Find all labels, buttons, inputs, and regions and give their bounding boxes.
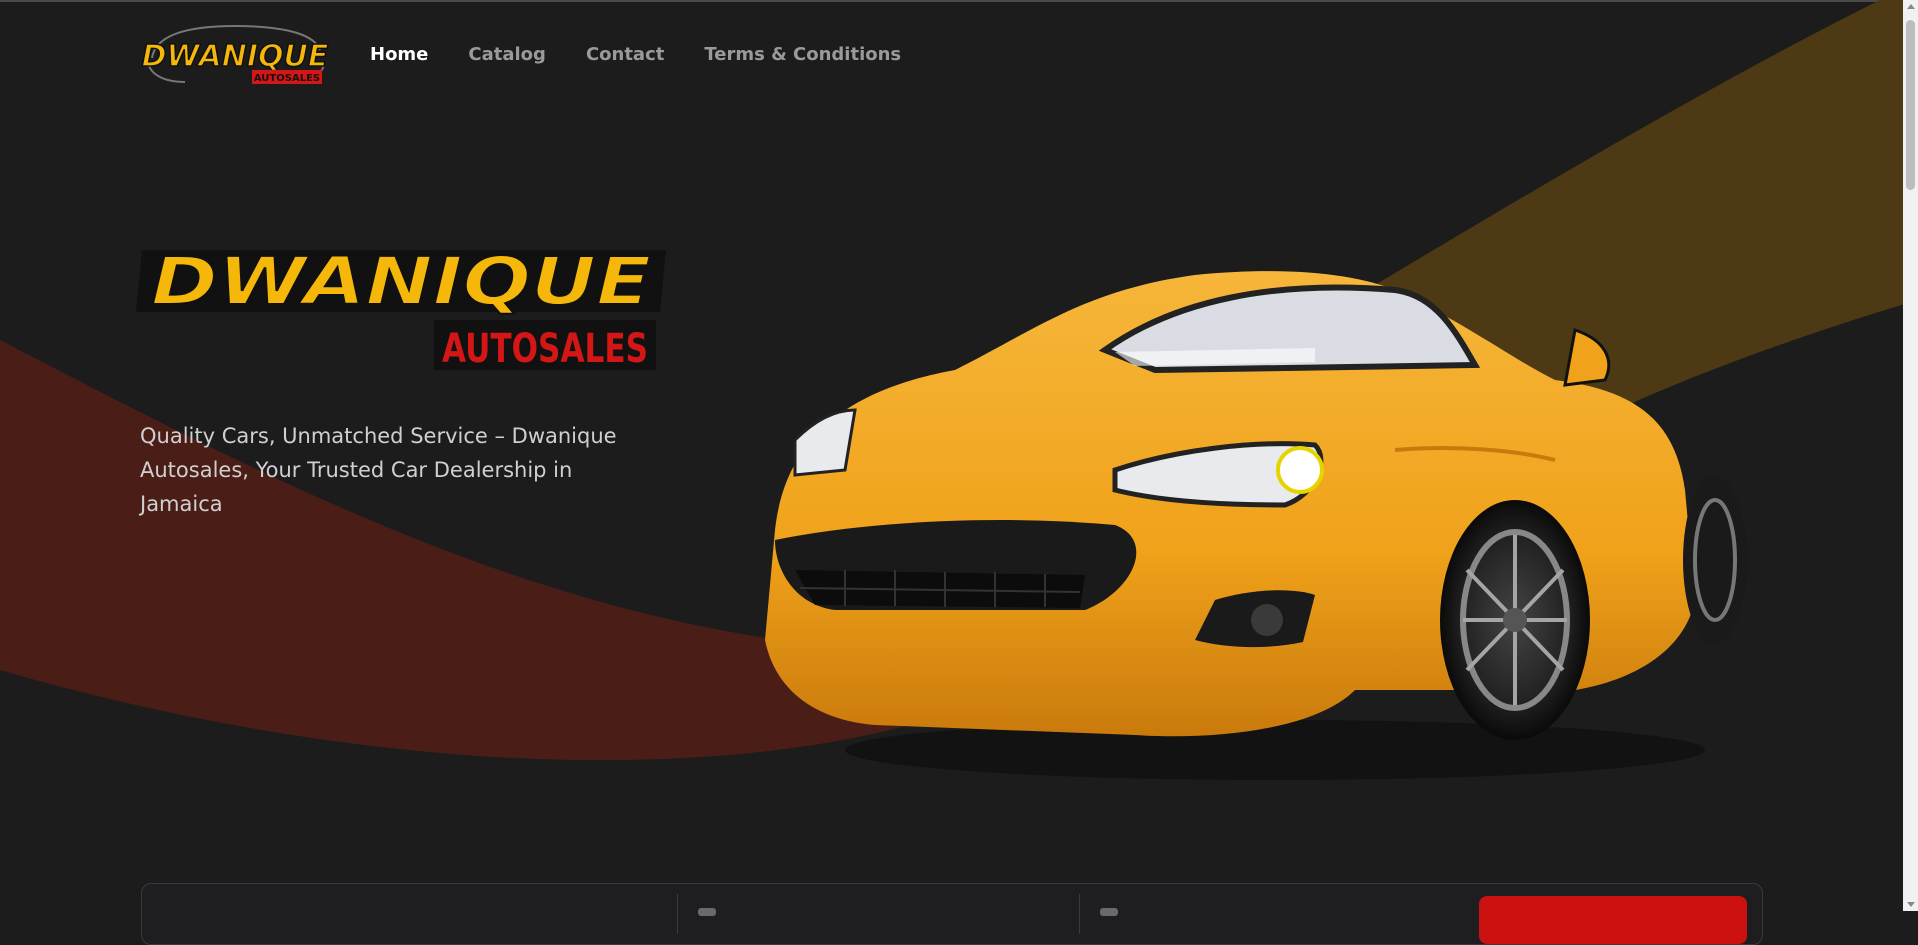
dwanique-logo[interactable]: DWANIQUE AUTOSALES: [140, 20, 330, 88]
scroll-thumb[interactable]: [1906, 20, 1915, 190]
nav-catalog[interactable]: Catalog: [468, 44, 546, 65]
nav-terms[interactable]: Terms & Conditions: [704, 44, 901, 65]
filter-field-icon[interactable]: [698, 908, 716, 916]
scroll-up-icon[interactable]: [1907, 4, 1915, 9]
hero-brand-logo: DWANIQUE AUTOSALES: [136, 250, 666, 372]
svg-text:DWANIQUE: DWANIQUE: [151, 250, 651, 320]
hero-car-image: [765, 271, 1747, 780]
page-scrollbar[interactable]: [1903, 0, 1918, 911]
svg-text:DWANIQUE: DWANIQUE: [142, 39, 329, 74]
nav-home[interactable]: Home: [370, 44, 428, 65]
nav-contact[interactable]: Contact: [586, 44, 664, 65]
filter-field-icon[interactable]: [1100, 908, 1118, 916]
filter-divider: [677, 894, 678, 934]
scroll-down-icon[interactable]: [1907, 902, 1915, 907]
filter-bar: [141, 883, 1763, 945]
svg-text:AUTOSALES: AUTOSALES: [254, 73, 320, 84]
hero-tagline: Quality Cars, Unmatched Service – Dwaniq…: [140, 424, 617, 516]
search-button[interactable]: [1479, 896, 1747, 944]
svg-text:AUTOSALES: AUTOSALES: [442, 326, 648, 372]
filter-divider: [1079, 894, 1080, 934]
main-nav: Home Catalog Contact Terms & Conditions: [370, 44, 901, 65]
site-header: DWANIQUE AUTOSALES Home Catalog Contact …: [140, 20, 901, 88]
